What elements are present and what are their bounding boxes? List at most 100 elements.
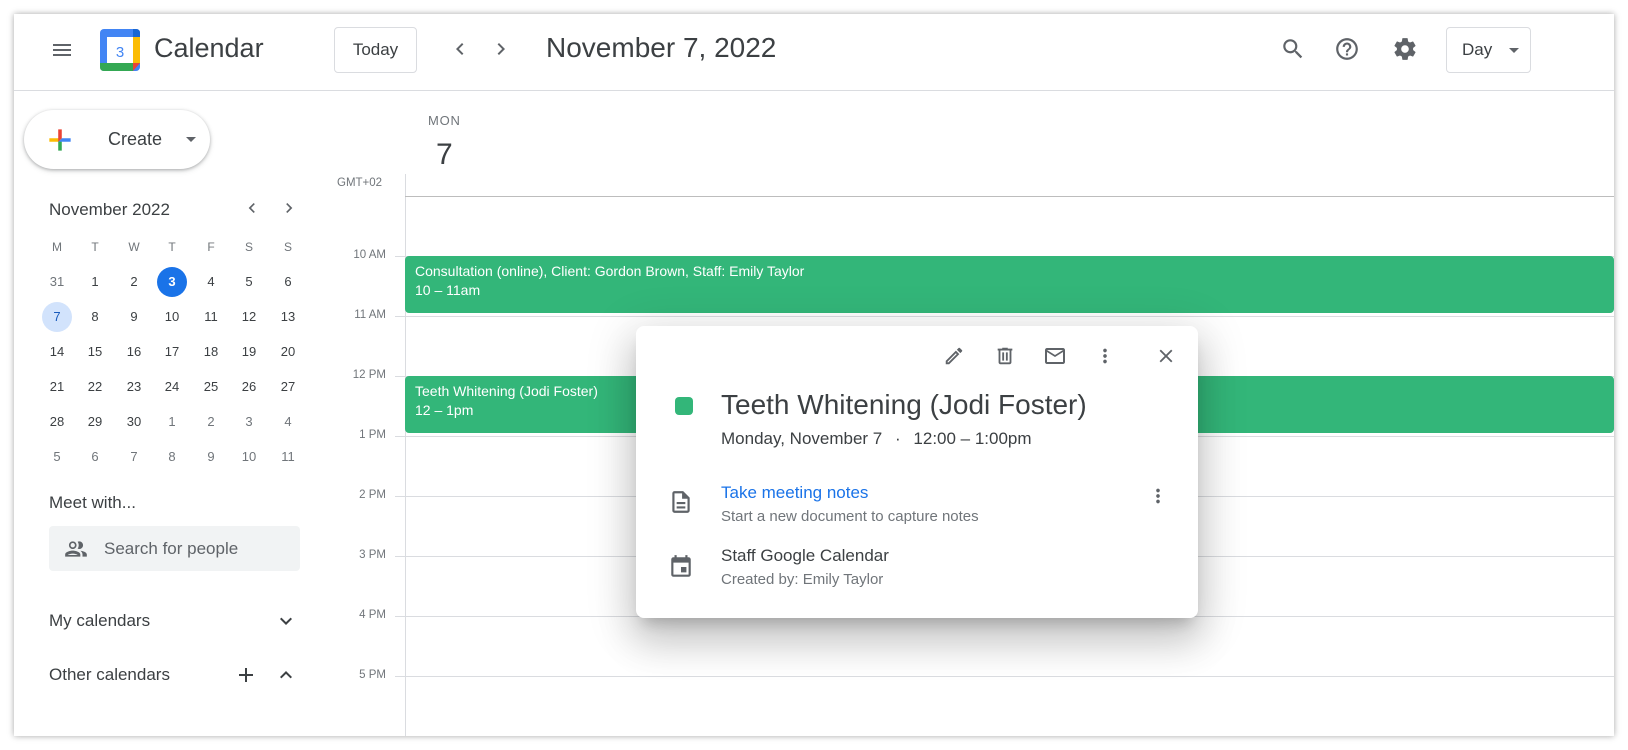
- other-calendars-heading[interactable]: Other calendars: [49, 665, 170, 685]
- event-consultation[interactable]: Consultation (online), Client: Gordon Br…: [405, 256, 1614, 313]
- mini-calendar-previous-icon[interactable]: [235, 191, 269, 225]
- mini-calendar-day[interactable]: 1: [157, 407, 187, 437]
- mini-calendar-day[interactable]: 9: [119, 302, 149, 332]
- help-icon[interactable]: [1327, 29, 1367, 69]
- header-separator: [405, 196, 1614, 197]
- next-day-icon[interactable]: [481, 29, 521, 69]
- mini-calendar-day[interactable]: 23: [119, 372, 149, 402]
- mini-calendar-day[interactable]: 31: [42, 267, 72, 297]
- mini-calendar-day[interactable]: 20: [273, 337, 303, 367]
- mini-calendar-day[interactable]: 10: [157, 302, 187, 332]
- event-time: 10 – 11am: [415, 282, 481, 298]
- event-color-chip: [675, 397, 693, 415]
- more-options-icon[interactable]: [1085, 336, 1125, 376]
- mini-calendar-weekday: T: [91, 240, 99, 254]
- event-date-time: Monday, November 7 · 12:00 – 1:00pm: [721, 429, 1032, 449]
- mini-calendar-day[interactable]: 21: [42, 372, 72, 402]
- mini-calendar-day[interactable]: 3: [157, 267, 187, 297]
- mini-calendar-day[interactable]: 26: [234, 372, 264, 402]
- mini-calendar-day[interactable]: 11: [196, 302, 226, 332]
- mini-calendar-day[interactable]: 6: [273, 267, 303, 297]
- plus-icon: [49, 129, 71, 151]
- main-menu-icon[interactable]: [42, 30, 82, 70]
- mini-calendar-weekday: F: [207, 240, 215, 254]
- mini-calendar-day[interactable]: 2: [119, 267, 149, 297]
- mini-calendar-day[interactable]: 6: [80, 442, 110, 472]
- day-of-month-label[interactable]: 7: [436, 138, 453, 172]
- mini-calendar-day[interactable]: 16: [119, 337, 149, 367]
- mini-calendar-day[interactable]: 27: [273, 372, 303, 402]
- add-calendar-plus-icon[interactable]: [226, 655, 266, 695]
- previous-day-icon[interactable]: [440, 29, 480, 69]
- mini-calendar-weekday: S: [283, 240, 292, 254]
- mini-calendar-day[interactable]: 8: [80, 302, 110, 332]
- mini-calendar-day[interactable]: 18: [196, 337, 226, 367]
- mini-calendar-day[interactable]: 5: [42, 442, 72, 472]
- mini-calendar-day[interactable]: 5: [234, 267, 264, 297]
- view-selector[interactable]: Day: [1446, 27, 1531, 73]
- mini-calendar-day[interactable]: 30: [119, 407, 149, 437]
- mini-calendar-day[interactable]: 4: [196, 267, 226, 297]
- chevron-down-icon: [186, 137, 196, 142]
- day-of-week-label: MON: [428, 113, 461, 128]
- my-calendars-heading[interactable]: My calendars: [49, 611, 150, 631]
- mini-calendar-day[interactable]: 4: [273, 407, 303, 437]
- mini-calendar-day[interactable]: 28: [42, 407, 72, 437]
- expand-chevron-down-icon[interactable]: [266, 601, 306, 641]
- take-meeting-notes-link[interactable]: Take meeting notes: [721, 483, 868, 503]
- mini-calendar-day[interactable]: 17: [157, 337, 187, 367]
- collapse-chevron-up-icon[interactable]: [266, 655, 306, 695]
- mini-calendar-day[interactable]: 7: [42, 302, 72, 332]
- delete-trash-icon[interactable]: [985, 336, 1025, 376]
- mini-calendar-day[interactable]: 9: [196, 442, 226, 472]
- hour-label: 11 AM: [354, 309, 386, 321]
- mini-calendar-day[interactable]: 1: [80, 267, 110, 297]
- mini-calendar-weekday: T: [168, 240, 176, 254]
- event-details-popup: Teeth Whitening (Jodi Foster) Monday, No…: [636, 326, 1198, 618]
- meeting-notes-description: Start a new document to capture notes: [721, 508, 979, 525]
- mini-calendar-day[interactable]: 7: [119, 442, 149, 472]
- mini-calendar-next-icon[interactable]: [272, 191, 306, 225]
- hour-label: 10 AM: [353, 249, 386, 261]
- create-button[interactable]: Create: [24, 110, 210, 169]
- mini-calendar-day[interactable]: 19: [234, 337, 264, 367]
- mini-calendar-day[interactable]: 25: [196, 372, 226, 402]
- mini-calendar-weekday: W: [128, 240, 140, 254]
- mini-calendar-day[interactable]: 12: [234, 302, 264, 332]
- app-title: Calendar: [154, 33, 264, 63]
- mini-calendar-day[interactable]: 8: [157, 442, 187, 472]
- event-creator: Created by: Emily Taylor: [721, 571, 884, 588]
- people-icon: [65, 541, 87, 557]
- mini-calendar-day[interactable]: 29: [80, 407, 110, 437]
- mini-calendar-day[interactable]: 2: [196, 407, 226, 437]
- meet-with-heading: Meet with...: [49, 493, 136, 512]
- today-button[interactable]: Today: [334, 27, 417, 73]
- hour-gridline: [395, 676, 1614, 677]
- create-button-label: Create: [108, 129, 163, 149]
- mini-calendar-day[interactable]: 13: [273, 302, 303, 332]
- mini-calendar-day[interactable]: 15: [80, 337, 110, 367]
- mini-calendar-day[interactable]: 11: [273, 442, 303, 472]
- mini-calendar-day[interactable]: 10: [234, 442, 264, 472]
- search-icon[interactable]: [1273, 29, 1313, 69]
- mini-calendar-day[interactable]: 3: [234, 407, 264, 437]
- document-icon: [668, 489, 694, 520]
- mini-calendar-day[interactable]: 22: [80, 372, 110, 402]
- search-people-input[interactable]: Search for people: [49, 526, 300, 571]
- calendar-window: 3 Calendar Today November 7, 2022 Day Cr…: [14, 14, 1614, 736]
- edit-pencil-icon[interactable]: [934, 336, 974, 376]
- calendar-name: Staff Google Calendar: [721, 546, 889, 565]
- mini-calendar-day[interactable]: 14: [42, 337, 72, 367]
- close-icon[interactable]: [1146, 336, 1186, 376]
- mini-calendar-title: November 2022: [49, 200, 170, 219]
- email-envelope-icon[interactable]: [1035, 336, 1075, 376]
- search-people-placeholder: Search for people: [104, 539, 239, 558]
- settings-gear-icon[interactable]: [1385, 29, 1425, 69]
- hour-label: 1 PM: [359, 429, 386, 441]
- event-time-range: 12:00 – 1:00pm: [913, 429, 1032, 448]
- notes-more-options-icon[interactable]: [1138, 476, 1178, 516]
- hour-label: 2 PM: [359, 489, 386, 501]
- mini-calendar-day[interactable]: 24: [157, 372, 187, 402]
- calendar-icon: [668, 554, 694, 585]
- hour-gridline: [395, 316, 1614, 317]
